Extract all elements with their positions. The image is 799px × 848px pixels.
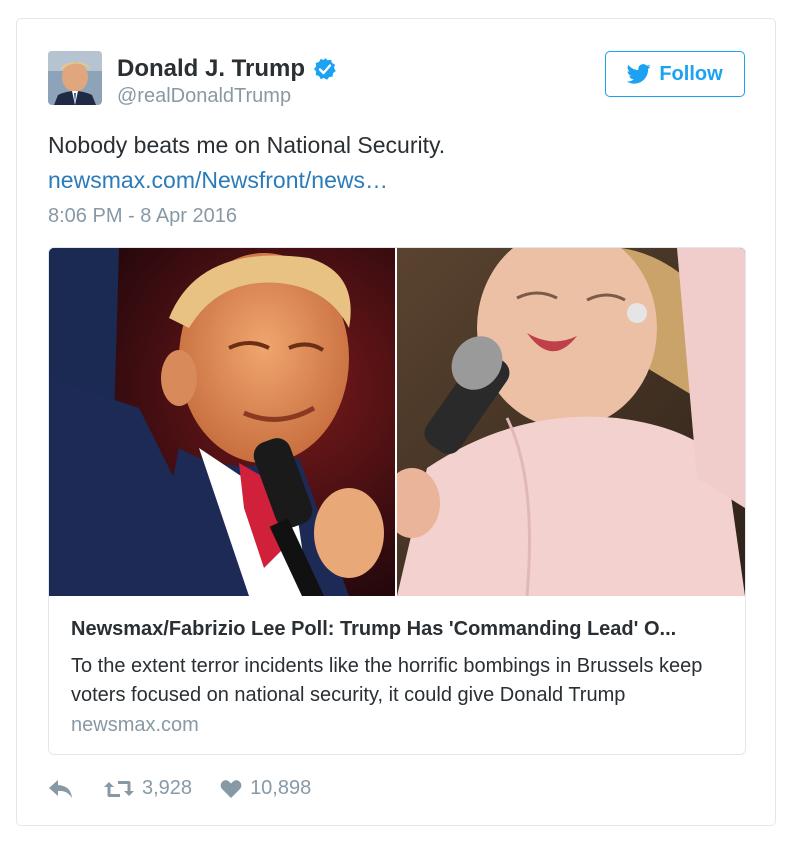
avatar[interactable]	[48, 51, 102, 105]
tweet-card: Donald J. Trump @realDonaldTrump Follow …	[16, 18, 776, 826]
reply-button[interactable]	[48, 778, 74, 800]
retweet-button[interactable]: 3,928	[104, 777, 192, 800]
like-button[interactable]: 10,898	[220, 777, 311, 800]
author-handle[interactable]: @realDonaldTrump	[117, 85, 291, 108]
retweet-count: 3,928	[142, 777, 193, 799]
author-name[interactable]: Donald J. Trump	[117, 55, 305, 83]
card-description: To the extent terror incidents like the …	[71, 655, 703, 706]
tweet-link[interactable]: newsmax.com/Newsfront/news…	[48, 167, 388, 194]
card-image-left-photo	[49, 248, 395, 596]
card-image	[49, 248, 745, 596]
card-title[interactable]: Newsmax/Fabrizio Lee Poll: Trump Has 'Co…	[71, 618, 726, 641]
follow-button[interactable]: Follow	[605, 51, 745, 97]
like-count: 10,898	[250, 777, 312, 799]
follow-label: Follow	[659, 62, 723, 85]
heart-icon	[220, 779, 242, 798]
retweet-icon	[104, 780, 134, 797]
tweet-timestamp[interactable]: 8:06 PM - 8 Apr 2016	[48, 205, 237, 228]
link-preview-card[interactable]: Newsmax/Fabrizio Lee Poll: Trump Has 'Co…	[48, 247, 746, 755]
tweet-actions: 3,928 10,898	[48, 777, 311, 800]
card-domain: newsmax.com	[71, 714, 199, 736]
author-name-row: Donald J. Trump	[117, 55, 337, 83]
tweet-text: Nobody beats me on National Security.	[48, 132, 446, 158]
card-image-right-photo	[397, 248, 745, 596]
verified-badge-icon	[314, 58, 336, 80]
reply-arrow-icon	[49, 779, 72, 798]
twitter-bird-icon	[627, 64, 651, 84]
